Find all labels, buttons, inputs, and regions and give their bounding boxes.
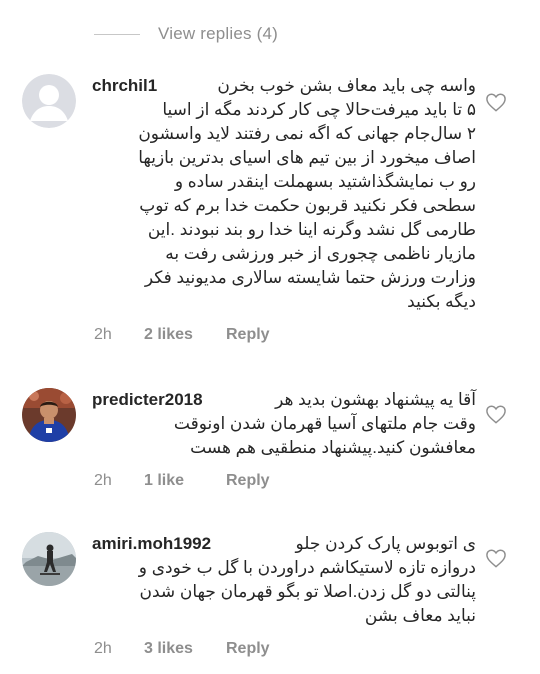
reply-button[interactable]: Reply <box>226 472 270 490</box>
likes-count-button[interactable]: 1 like <box>144 472 226 490</box>
skater-avatar[interactable] <box>22 532 76 586</box>
reply-button[interactable]: Reply <box>226 326 270 344</box>
comment-text-line: ۲ سال‌جام جهانی که اگه نمی رفتند لاید وا… <box>138 124 476 143</box>
comment-body: amiri.moh1992 ی اتوبوس پارک کردن جلو درو… <box>92 532 476 628</box>
comment-meta: 2h 3 likes Reply <box>94 640 270 658</box>
comment-text-line: اصاف میخورد از بین تیم های اسیای بدترین … <box>138 148 476 167</box>
comment-username[interactable]: chrchil1 <box>92 76 157 96</box>
comment-timestamp: 2h <box>94 326 112 343</box>
comment-text-line: ۵ تا باید میرفت‌حالا چی کار کردند مگه از… <box>162 100 476 119</box>
view-replies-label: View replies (4) <box>158 24 279 43</box>
comment-text-line: معافشون کنید.پیشنهاد منطقیی هم هست <box>190 438 476 457</box>
comment-text-line: وزارت ورزش حتما شایسته سالاری مدیونید فک… <box>144 268 476 287</box>
likes-count-button[interactable]: 3 likes <box>144 640 226 658</box>
comment-meta: 2h 1 like Reply <box>94 472 270 490</box>
comment-text-line: مازیار ناظمی چجوری از خبر ورزشی رفت به <box>165 244 476 263</box>
comment-text-line: پنالتی دو گل زدن.اصلا تو بگو قهرمان جهان… <box>139 582 476 601</box>
comment-text-line: سطحی فکر نکنید قربون حکمت خدا برم که توپ <box>139 196 476 215</box>
comment-username[interactable]: amiri.moh1992 <box>92 534 211 554</box>
heart-icon[interactable] <box>485 92 507 112</box>
heart-icon[interactable] <box>485 548 507 568</box>
comment-username[interactable]: predicter2018 <box>92 390 203 410</box>
comment-text-line: واسه چی باید معاف بشن خوب بخرن <box>217 76 476 95</box>
default-avatar-icon[interactable] <box>22 74 76 128</box>
comment-text-line: وقت جام ملتهای آسیا قهرمان شدن اونوقت <box>173 414 476 433</box>
heart-icon[interactable] <box>485 404 507 424</box>
comment-text-line: آقا یه پیشنهاد بهشون بدید هر <box>275 390 476 409</box>
comment-timestamp: 2h <box>94 640 112 657</box>
reply-button[interactable]: Reply <box>226 640 270 658</box>
comment-text-line: دروازه تازه لاستیکاشم دراوردن با گل ب خو… <box>138 558 476 577</box>
comment-meta: 2h 2 likes Reply <box>94 326 270 344</box>
comment-timestamp: 2h <box>94 472 112 489</box>
soccer-player-avatar[interactable] <box>22 388 76 442</box>
comment-text-line: نباید معاف بشن <box>364 606 476 625</box>
view-replies-button[interactable]: View replies (4) <box>94 22 278 46</box>
likes-count-button[interactable]: 2 likes <box>144 326 226 344</box>
comment-text-line: دیگه بکنید <box>407 292 476 311</box>
comment-body: chrchil1 واسه چی باید معاف بشن خوب بخرن … <box>92 74 476 314</box>
comment-text-line: ی اتوبوس پارک کردن جلو <box>295 534 476 553</box>
comment-body: predicter2018 آقا یه پیشنهاد بهشون بدید … <box>92 388 476 460</box>
view-replies-divider <box>94 33 140 35</box>
comment-text-line: طارمی گل نشد وگرنه اینا خدا رو بند نبودن… <box>147 220 476 239</box>
comment-text-line: رو ب نمایشگذاشتید بسهملت اینقدر ساده و <box>174 172 476 191</box>
